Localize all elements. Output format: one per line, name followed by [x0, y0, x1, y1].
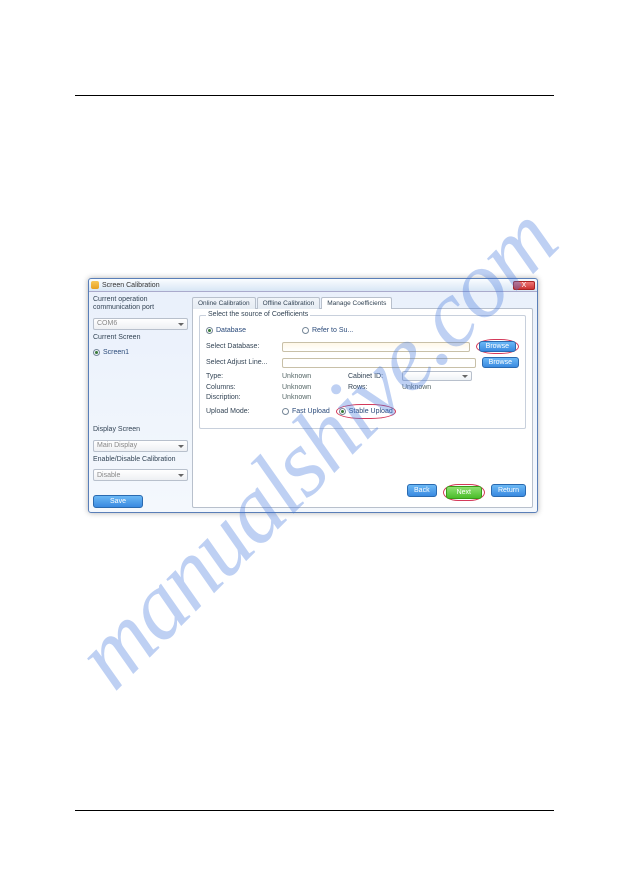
fieldset-legend: Select the source of Coefficients: [206, 311, 310, 318]
tab-online-calibration[interactable]: Online Calibration: [192, 297, 256, 309]
radio-icon: [339, 408, 346, 415]
wizard-footer: Back Next Return: [199, 480, 526, 501]
right-panel: Online Calibration Offline Calibration M…: [192, 296, 533, 508]
database-path-input[interactable]: [282, 342, 470, 352]
fast-upload-label: Fast Upload: [292, 408, 330, 415]
radio-icon: [302, 327, 309, 334]
screen1-label: Screen1: [103, 349, 129, 356]
rows-label: Rows:: [348, 384, 396, 391]
radio-refer-label: Refer to Su...: [312, 327, 353, 334]
enable-disable-dropdown[interactable]: Disable: [93, 469, 188, 481]
screen1-radio[interactable]: Screen1: [93, 347, 188, 358]
select-database-label: Select Database:: [206, 343, 276, 350]
type-label: Type:: [206, 373, 276, 380]
window-title: Screen Calibration: [102, 282, 513, 289]
current-screen-label: Current Screen: [93, 334, 188, 342]
upload-mode-label: Upload Mode:: [206, 408, 276, 415]
app-icon: [91, 281, 99, 289]
columns-value: Unknown: [282, 384, 342, 391]
cabinet-id-combo[interactable]: [402, 371, 472, 381]
enable-disable-label: Enable/Disable Calibration: [93, 456, 188, 464]
stable-upload-label: Stable Upload: [349, 408, 393, 415]
highlight-stable-upload: Stable Upload: [336, 404, 396, 419]
left-panel: Current operation communication port COM…: [93, 296, 188, 508]
radio-database-label: Database: [216, 327, 246, 334]
back-button[interactable]: Back: [407, 484, 437, 497]
radio-fast-upload[interactable]: Fast Upload: [282, 406, 330, 417]
com-port-dropdown[interactable]: COM6: [93, 318, 188, 330]
display-screen-dropdown[interactable]: Main Display: [93, 440, 188, 452]
save-button[interactable]: Save: [93, 495, 143, 508]
cabinet-id-label: Cabinet ID:: [348, 373, 396, 380]
return-button[interactable]: Return: [491, 484, 526, 497]
description-value: Unknown: [282, 394, 311, 401]
comm-port-label: Current operation communication port: [93, 296, 188, 313]
screen-calibration-dialog: Screen Calibration X Current operation c…: [88, 278, 538, 513]
titlebar: Screen Calibration X: [89, 279, 537, 292]
tab-body: Select the source of Coefficients Databa…: [192, 308, 533, 508]
display-screen-label: Display Screen: [93, 426, 188, 434]
radio-refer[interactable]: Refer to Su...: [302, 325, 353, 336]
tab-manage-coefficients[interactable]: Manage Coefficients: [321, 297, 392, 309]
type-value: Unknown: [282, 373, 342, 380]
enable-disable-value: Disable: [97, 472, 120, 479]
rows-value: Unknown: [402, 384, 431, 391]
description-label: Discription:: [206, 394, 276, 401]
radio-icon: [206, 327, 213, 334]
select-adjust-label: Select Adjust Line...: [206, 359, 276, 366]
radio-icon: [282, 408, 289, 415]
com-port-value: COM6: [97, 320, 117, 327]
tab-offline-calibration[interactable]: Offline Calibration: [257, 297, 321, 309]
highlight-next: Next: [443, 484, 485, 501]
adjust-path-input[interactable]: [282, 358, 476, 368]
browse-adjust-button[interactable]: Browse: [482, 357, 519, 368]
display-screen-value: Main Display: [97, 442, 137, 449]
columns-label: Columns:: [206, 384, 276, 391]
source-fieldset: Select the source of Coefficients Databa…: [199, 315, 526, 429]
browse-database-button[interactable]: Browse: [479, 341, 516, 352]
radio-stable-upload[interactable]: Stable Upload: [339, 406, 393, 417]
close-button[interactable]: X: [513, 281, 535, 290]
next-button[interactable]: Next: [446, 486, 482, 499]
tab-strip: Online Calibration Offline Calibration M…: [192, 297, 533, 309]
radio-database[interactable]: Database: [206, 325, 296, 336]
radio-icon: [93, 349, 100, 356]
highlight-browse-1: Browse: [476, 339, 519, 354]
